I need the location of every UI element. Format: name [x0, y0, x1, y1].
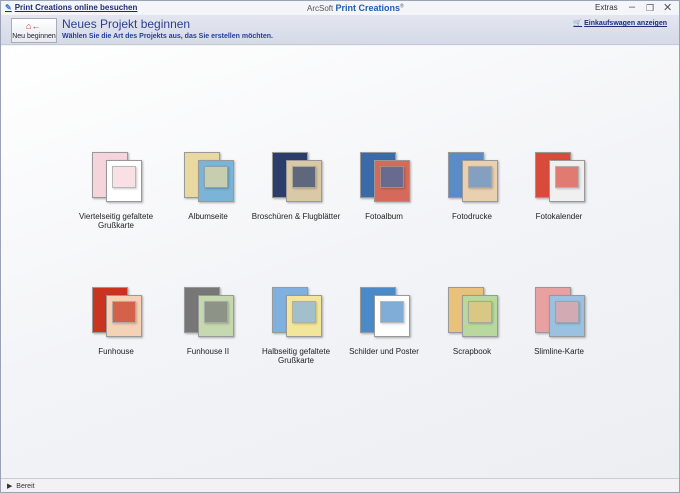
- restore-button[interactable]: ❐: [646, 3, 654, 14]
- project-item[interactable]: Schilder und Poster: [339, 281, 429, 356]
- expand-icon[interactable]: ▶: [7, 483, 12, 490]
- new-start-button[interactable]: ⌂← Neu beginnen: [11, 18, 57, 43]
- online-visit-link[interactable]: ✎ Print Creations online besuchen: [5, 3, 137, 12]
- project-item[interactable]: Fotokalender: [514, 146, 604, 221]
- project-label: Fotodrucke: [451, 212, 493, 221]
- project-thumbnail-icon: [354, 146, 414, 206]
- title-bar: ✎ Print Creations online besuchen ArcSoft…: [1, 1, 679, 15]
- project-item[interactable]: Albumseite: [163, 146, 253, 221]
- project-item[interactable]: Viertelseitig gefaltete Grußkarte: [71, 146, 161, 230]
- cart-icon: 🛒: [573, 20, 583, 27]
- status-bar: ▶ Bereit: [1, 478, 679, 492]
- project-label: Schilder und Poster: [349, 347, 419, 356]
- project-thumbnail-icon: [529, 146, 589, 206]
- app-title: ArcSoft Print Creations®: [307, 3, 404, 13]
- project-thumbnail-icon: [529, 281, 589, 341]
- minimize-button[interactable]: –: [629, 1, 635, 13]
- project-label: Broschüren & Flugblätter: [251, 212, 341, 221]
- app-window: ✎ Print Creations online besuchen ArcSoft…: [0, 0, 680, 493]
- project-thumbnail-icon: [178, 281, 238, 341]
- project-thumbnail-icon: [178, 146, 238, 206]
- project-label: Albumseite: [188, 212, 228, 221]
- project-label: Slimline-Karte: [534, 347, 584, 356]
- close-button[interactable]: ✕: [663, 1, 672, 14]
- project-item[interactable]: Slimline-Karte: [514, 281, 604, 356]
- project-label: Halbseitig gefaltete Grußkarte: [261, 347, 331, 365]
- project-label: Fotoalbum: [365, 212, 403, 221]
- project-item[interactable]: Funhouse II: [163, 281, 253, 356]
- project-thumbnail-icon: [266, 146, 326, 206]
- project-thumbnail-icon: [442, 146, 502, 206]
- view-cart-link[interactable]: 🛒 Einkaufswagen anzeigen: [573, 19, 667, 27]
- project-item[interactable]: Fotoalbum: [339, 146, 429, 221]
- project-thumbnail-icon: [266, 281, 326, 341]
- project-label: Fotokalender: [535, 212, 583, 221]
- project-thumbnail-icon: [86, 146, 146, 206]
- project-label: Viertelseitig gefaltete Grußkarte: [78, 212, 154, 230]
- project-label: Scrapbook: [452, 347, 492, 356]
- project-item[interactable]: Halbseitig gefaltete Grußkarte: [251, 281, 341, 365]
- project-item[interactable]: Scrapbook: [427, 281, 517, 356]
- project-label: Funhouse: [98, 347, 134, 356]
- project-thumbnail-icon: [354, 281, 414, 341]
- project-item[interactable]: Broschüren & Flugblätter: [251, 146, 341, 221]
- header: ⌂← Neu beginnen Neues Projekt beginnen Wä…: [1, 15, 679, 45]
- project-item[interactable]: Funhouse: [71, 281, 161, 356]
- page-subtitle: Wählen Sie die Art des Projekts aus, das…: [62, 33, 273, 40]
- page-title: Neues Projekt beginnen: [62, 17, 191, 31]
- project-label: Funhouse II: [186, 347, 230, 356]
- project-grid: Viertelseitig gefaltete Grußkarte Albums…: [1, 46, 679, 479]
- project-thumbnail-icon: [442, 281, 502, 341]
- project-item[interactable]: Fotodrucke: [427, 146, 517, 221]
- project-thumbnail-icon: [86, 281, 146, 341]
- globe-icon: ✎: [5, 3, 12, 12]
- extras-menu[interactable]: Extras: [595, 3, 618, 12]
- home-back-icon: ⌂←: [26, 21, 41, 31]
